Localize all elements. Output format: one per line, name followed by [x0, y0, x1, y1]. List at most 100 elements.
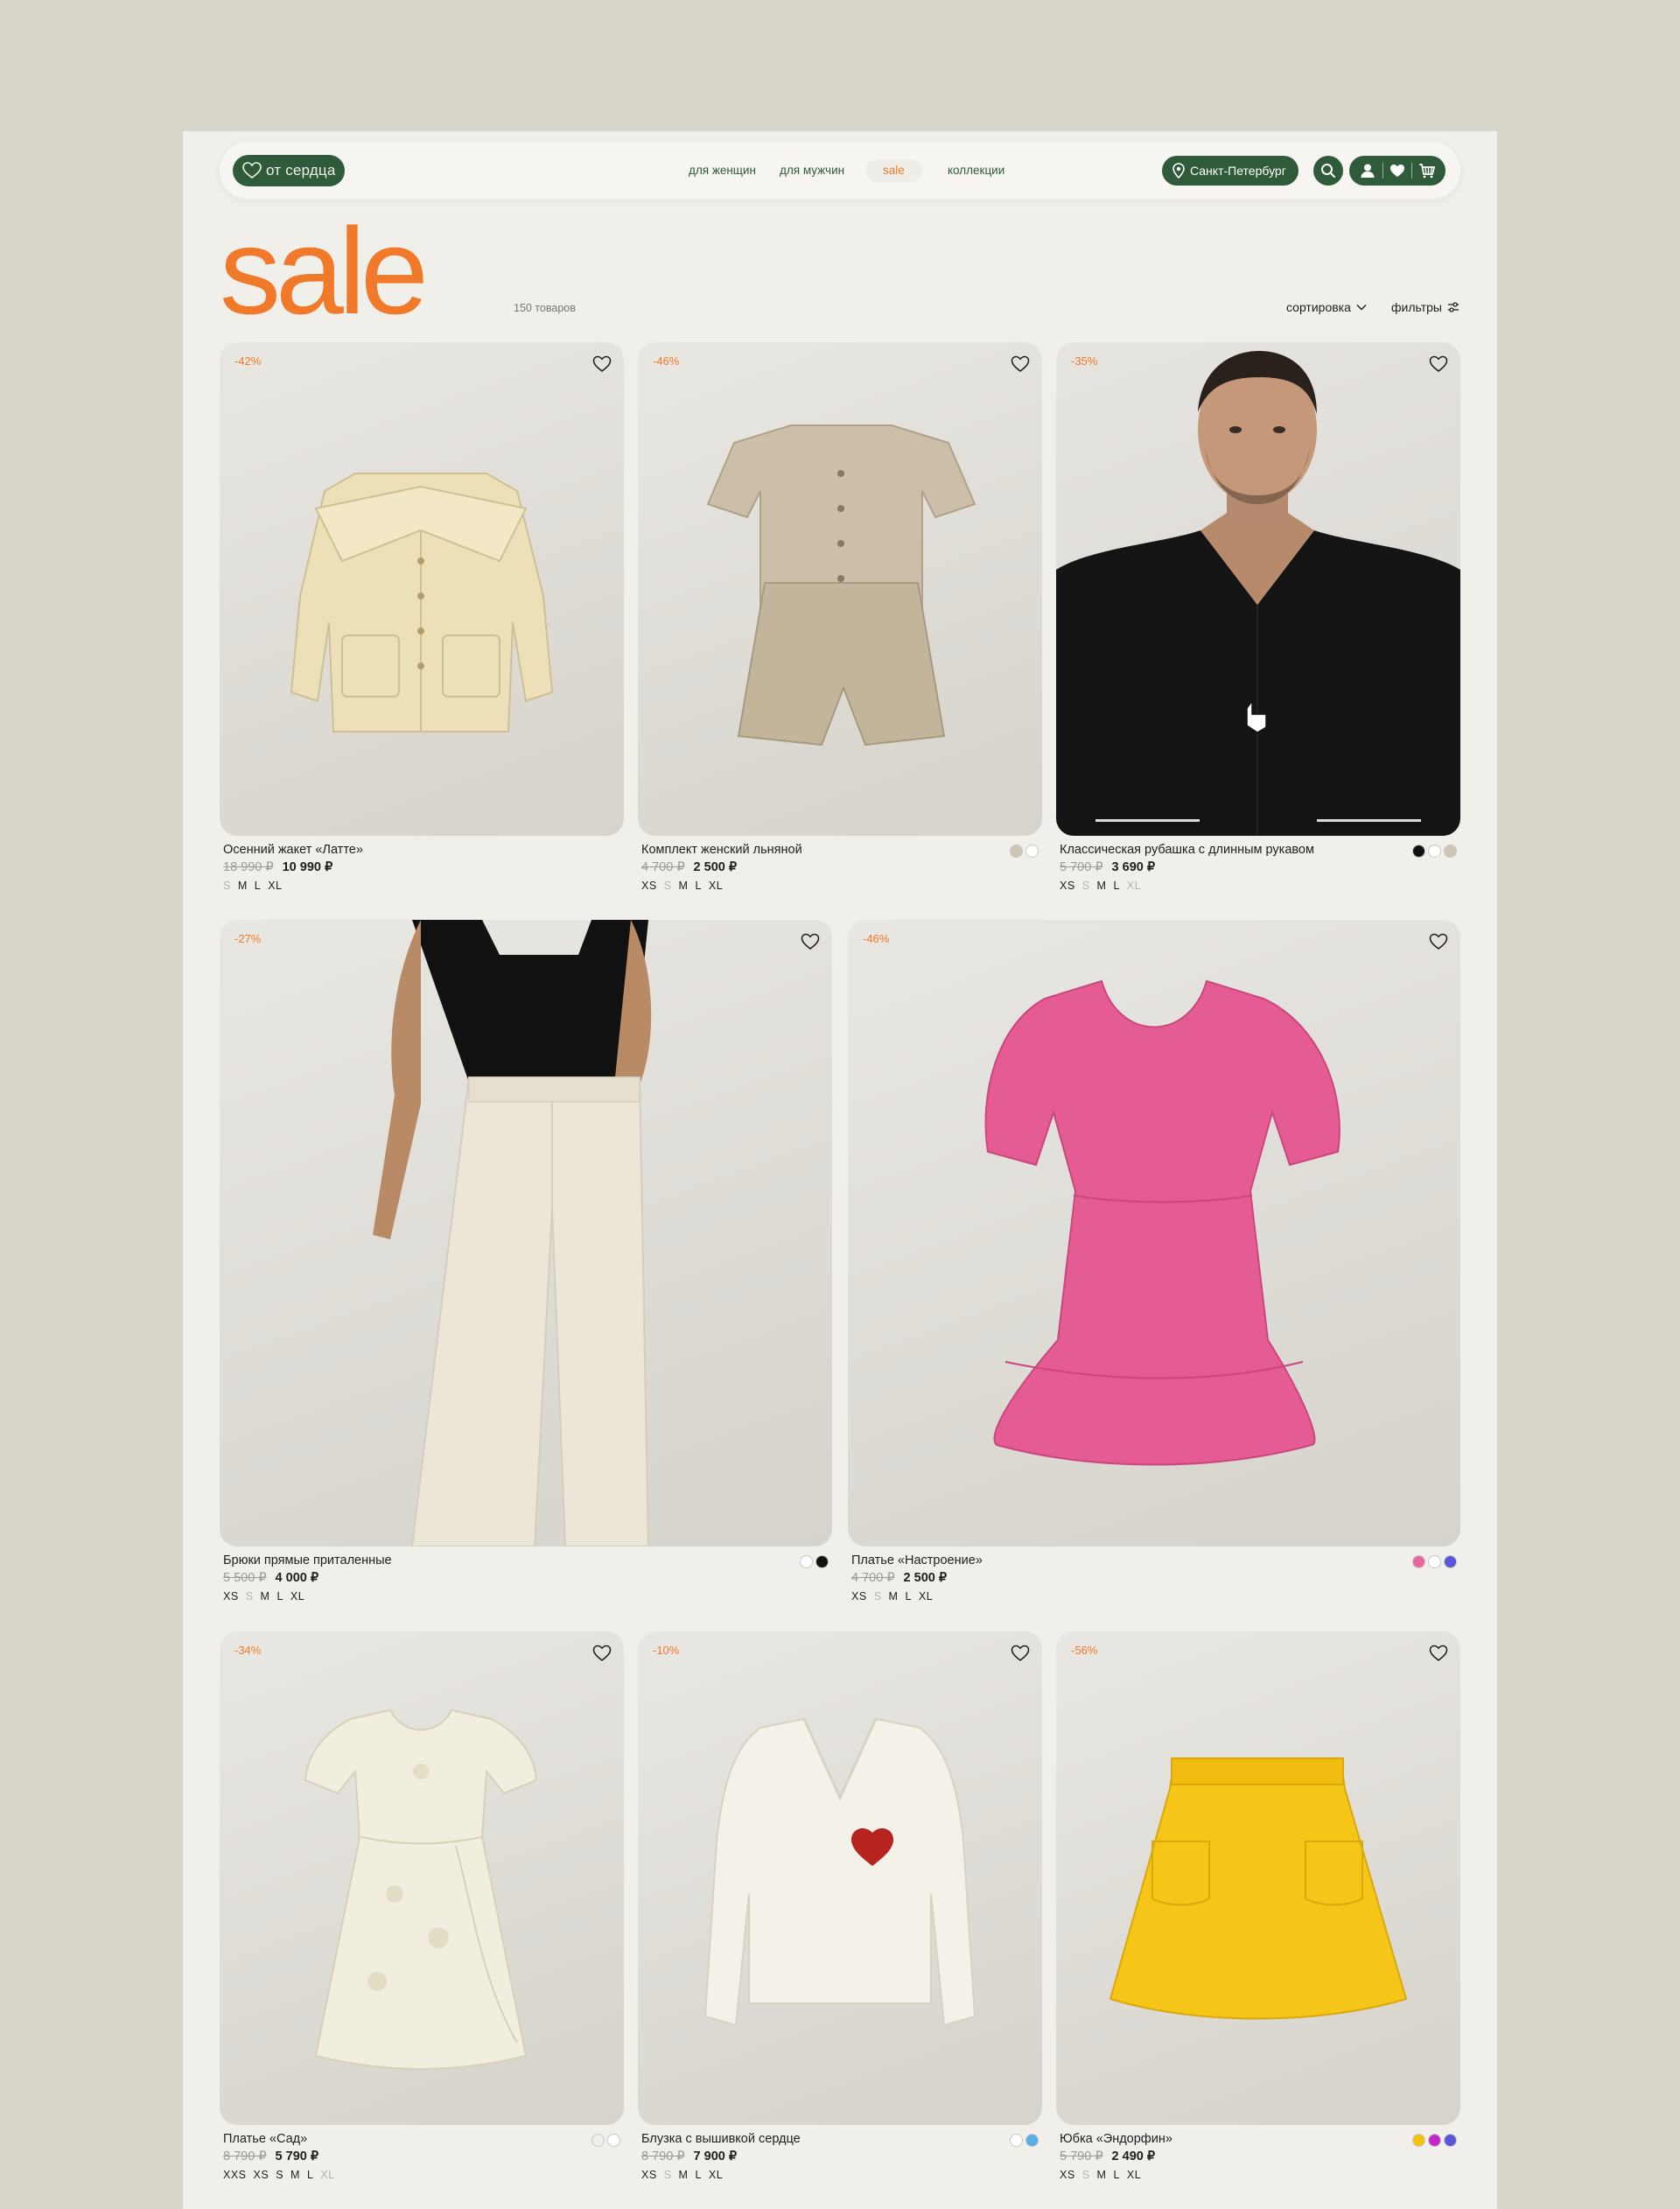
size-option[interactable]: M: [1097, 2169, 1107, 2181]
size-option[interactable]: S: [1082, 2169, 1090, 2181]
color-swatch[interactable]: [1026, 2134, 1039, 2147]
size-option[interactable]: M: [889, 1590, 899, 1602]
size-option[interactable]: L: [695, 880, 701, 892]
size-option[interactable]: L: [276, 1590, 283, 1602]
product-name[interactable]: Блузка с вышивкой сердце: [641, 2132, 801, 2146]
product-card[interactable]: -56% Юбка «Эндорфин» 5 790 ₽ 2 490 ₽ XS S M…: [1056, 1631, 1460, 2191]
sort-dropdown[interactable]: сортировка: [1286, 300, 1367, 314]
nav-sale[interactable]: sale: [865, 159, 922, 182]
color-swatch[interactable]: [592, 2134, 605, 2147]
size-option[interactable]: XL: [1127, 880, 1141, 892]
product-card[interactable]: -42% Осенний жакет «Латте» 18 990 ₽ 10 99…: [220, 342, 624, 902]
nav-men[interactable]: для мужчин: [769, 159, 855, 182]
product-card[interactable]: -27% Брюки прямые приталенные 5 500 ₽ 4 0…: [220, 920, 832, 1611]
size-option[interactable]: XS: [1060, 2169, 1075, 2181]
size-option[interactable]: L: [905, 1590, 911, 1602]
logo[interactable]: от сердца: [233, 155, 345, 186]
cart-button[interactable]: [1415, 163, 1439, 179]
size-option[interactable]: L: [307, 2169, 313, 2181]
size-option[interactable]: L: [1113, 880, 1119, 892]
size-option[interactable]: S: [246, 1590, 254, 1602]
size-option[interactable]: L: [695, 2169, 701, 2181]
product-name[interactable]: Платье «Сад»: [223, 2132, 307, 2146]
product-name[interactable]: Классическая рубашка с длинным рукавом: [1060, 843, 1314, 857]
favorite-toggle[interactable]: [1009, 1642, 1032, 1665]
color-swatch[interactable]: [1026, 845, 1039, 858]
product-image[interactable]: -34%: [220, 1631, 624, 2125]
size-option[interactable]: L: [255, 880, 261, 892]
size-option[interactable]: XS: [223, 1590, 239, 1602]
size-option[interactable]: XL: [290, 1590, 304, 1602]
color-swatch[interactable]: [1444, 1555, 1457, 1568]
size-option[interactable]: XXS: [223, 2169, 247, 2181]
size-option[interactable]: XL: [709, 880, 723, 892]
product-image[interactable]: -27%: [220, 920, 832, 1546]
product-name[interactable]: Платье «Настроение»: [851, 1553, 983, 1567]
size-option[interactable]: XS: [1060, 880, 1075, 892]
favorites-button[interactable]: [1385, 164, 1410, 178]
product-card[interactable]: -46% Комплект женский льняной 4 700 ₽ 2 5…: [638, 342, 1042, 902]
favorite-toggle[interactable]: [591, 1642, 613, 1665]
city-selector[interactable]: Санкт-Петербург: [1162, 156, 1298, 186]
product-image[interactable]: -10%: [638, 1631, 1042, 2125]
nav-women[interactable]: для женщин: [678, 159, 766, 182]
size-option[interactable]: XS: [641, 880, 657, 892]
color-swatch[interactable]: [1444, 845, 1457, 858]
product-image[interactable]: -42%: [220, 342, 624, 836]
search-button[interactable]: [1313, 156, 1343, 186]
size-option[interactable]: XS: [254, 2169, 270, 2181]
color-swatch[interactable]: [1428, 1555, 1441, 1568]
size-option[interactable]: S: [664, 2169, 672, 2181]
color-swatch[interactable]: [800, 1555, 813, 1568]
color-swatch[interactable]: [1428, 845, 1441, 858]
color-swatch[interactable]: [1428, 2134, 1441, 2147]
size-option[interactable]: M: [1097, 880, 1107, 892]
account-button[interactable]: [1355, 163, 1380, 179]
favorite-toggle[interactable]: [1427, 1642, 1450, 1665]
color-swatch[interactable]: [1010, 845, 1023, 858]
favorite-toggle[interactable]: [799, 930, 822, 953]
size-option[interactable]: XS: [851, 1590, 867, 1602]
size-option[interactable]: XL: [709, 2169, 723, 2181]
color-swatch[interactable]: [1412, 845, 1425, 858]
product-image[interactable]: -46%: [638, 342, 1042, 836]
size-option[interactable]: XL: [919, 1590, 933, 1602]
color-swatch[interactable]: [1444, 2134, 1457, 2147]
size-option[interactable]: XL: [268, 880, 282, 892]
product-name[interactable]: Осенний жакет «Латте»: [223, 843, 363, 857]
product-card[interactable]: -34% Платье «Сад» 8 790 ₽ 5 790 ₽ XXS XS S M…: [220, 1631, 624, 2191]
size-option[interactable]: M: [679, 2169, 689, 2181]
favorite-toggle[interactable]: [1427, 930, 1450, 953]
size-option[interactable]: M: [679, 880, 689, 892]
product-image[interactable]: -46%: [848, 920, 1460, 1546]
size-option[interactable]: XL: [1127, 2169, 1141, 2181]
favorite-toggle[interactable]: [1427, 353, 1450, 375]
product-card[interactable]: -46% Платье «Настроение» 4 700 ₽2 500 ₽ …: [848, 920, 1460, 1611]
product-name[interactable]: Брюки прямые приталенные: [223, 1553, 392, 1567]
favorite-toggle[interactable]: [1009, 353, 1032, 375]
color-swatch[interactable]: [1412, 2134, 1425, 2147]
size-option[interactable]: M: [261, 1590, 270, 1602]
product-name[interactable]: Юбка «Эндорфин»: [1060, 2132, 1172, 2146]
product-name[interactable]: Комплект женский льняной: [641, 843, 802, 857]
product-image[interactable]: -56%: [1056, 1631, 1460, 2125]
product-image[interactable]: -35%: [1056, 342, 1460, 836]
size-option[interactable]: L: [1113, 2169, 1119, 2181]
size-option[interactable]: XS: [641, 2169, 657, 2181]
size-option[interactable]: S: [223, 880, 231, 892]
size-option[interactable]: S: [664, 880, 672, 892]
size-option[interactable]: M: [290, 2169, 300, 2181]
color-swatch[interactable]: [1010, 2134, 1023, 2147]
size-option[interactable]: S: [874, 1590, 882, 1602]
size-option[interactable]: S: [276, 2169, 284, 2181]
color-swatch[interactable]: [607, 2134, 620, 2147]
favorite-toggle[interactable]: [591, 353, 613, 375]
product-card[interactable]: -10% Блузка с вышивкой сердце 8 790 ₽ 7 9…: [638, 1631, 1042, 2191]
product-card[interactable]: -35% Классическая рубашка с длинным рука…: [1056, 342, 1460, 902]
size-option[interactable]: XL: [320, 2169, 334, 2181]
color-swatch[interactable]: [1412, 1555, 1425, 1568]
image-carousel-indicator[interactable]: [1096, 819, 1421, 822]
size-option[interactable]: M: [238, 880, 248, 892]
size-option[interactable]: S: [1082, 880, 1090, 892]
nav-collections[interactable]: коллекции: [937, 159, 1015, 182]
